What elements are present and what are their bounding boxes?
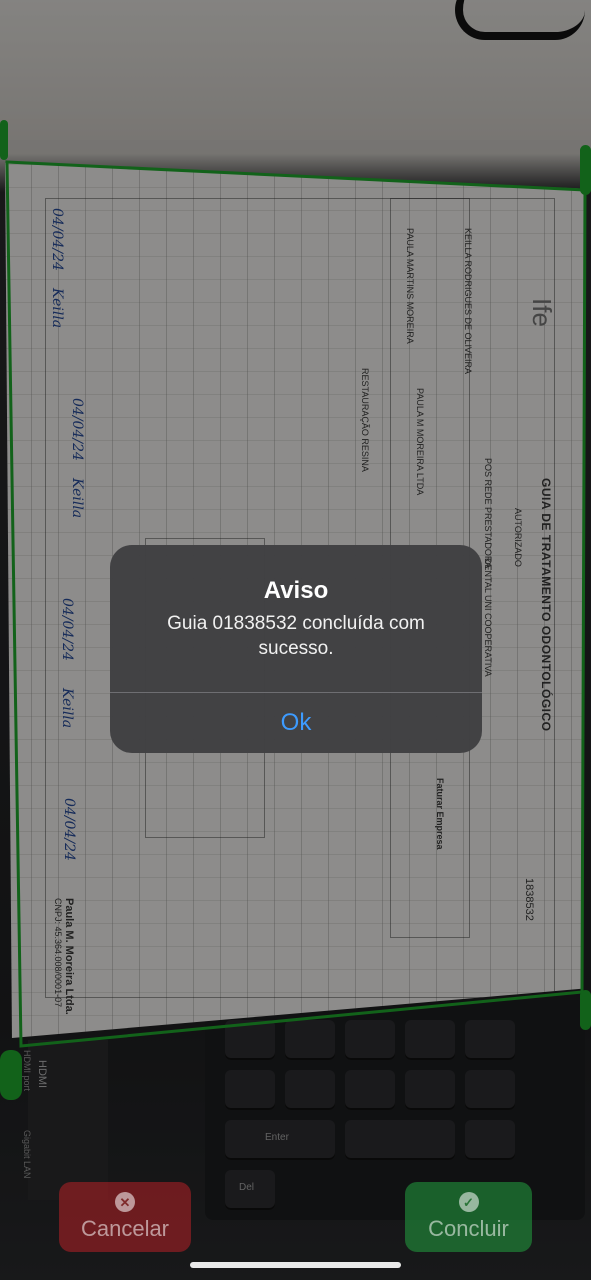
checkmark-circle-icon: ✓ <box>458 1192 479 1212</box>
home-indicator[interactable] <box>190 1262 401 1268</box>
cancel-button[interactable]: ✕ Cancelar <box>59 1182 191 1252</box>
alert-message: Guia 01838532 concluída com sucesso. <box>167 613 425 659</box>
cancel-button-label: Cancelar <box>80 1216 170 1241</box>
x-circle-icon: ✕ <box>115 1192 135 1212</box>
alert-dialog: Aviso Guia 01838532 concluída com sucess… <box>110 545 482 753</box>
done-button[interactable]: ✓ Concluir <box>405 1182 532 1252</box>
document-scanner-screen: HDMI HDMI port Gigabit LAN Enter Del Ife… <box>0 0 591 1280</box>
alert-ok-button[interactable]: Ok <box>110 693 482 753</box>
done-button-label: Concluir <box>428 1216 509 1241</box>
alert-title: Aviso <box>263 577 329 604</box>
